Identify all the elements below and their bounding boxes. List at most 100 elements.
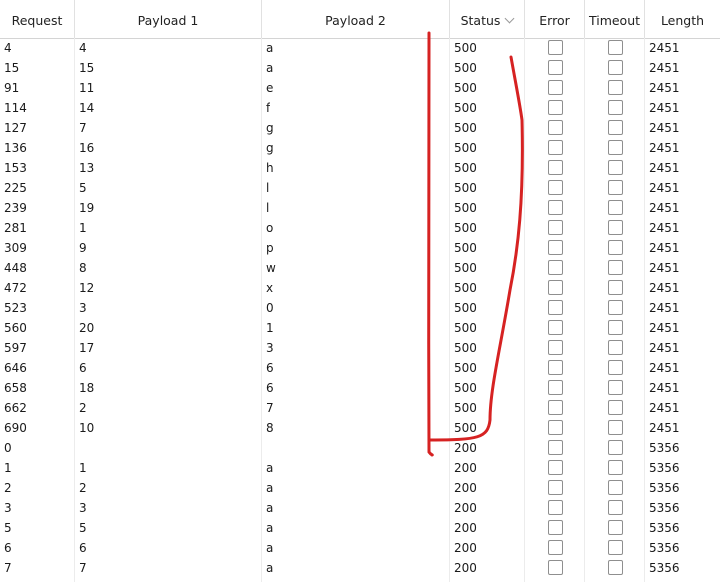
timeout-checkbox[interactable] <box>608 420 623 435</box>
timeout-checkbox[interactable] <box>608 140 623 155</box>
cell-payload2: 1 <box>266 321 274 335</box>
table-row[interactable]: 309 9 p 500 2451 <box>0 238 720 258</box>
timeout-checkbox[interactable] <box>608 260 623 275</box>
cell-status: 500 <box>454 201 477 215</box>
timeout-checkbox[interactable] <box>608 520 623 535</box>
timeout-checkbox[interactable] <box>608 360 623 375</box>
error-checkbox[interactable] <box>548 300 563 315</box>
timeout-checkbox[interactable] <box>608 460 623 475</box>
timeout-checkbox[interactable] <box>608 480 623 495</box>
cell-status: 500 <box>454 341 477 355</box>
table-row[interactable]: 7 7 a 200 5356 <box>0 558 720 578</box>
table-row[interactable]: 448 8 w 500 2451 <box>0 258 720 278</box>
timeout-checkbox[interactable] <box>608 560 623 575</box>
error-checkbox[interactable] <box>548 520 563 535</box>
error-checkbox[interactable] <box>548 240 563 255</box>
cell-status: 200 <box>454 521 477 535</box>
timeout-checkbox[interactable] <box>608 300 623 315</box>
table-row[interactable]: 5 5 a 200 5356 <box>0 518 720 538</box>
table-row[interactable]: 0 200 5356 <box>0 438 720 458</box>
timeout-checkbox[interactable] <box>608 240 623 255</box>
error-checkbox[interactable] <box>548 200 563 215</box>
error-checkbox[interactable] <box>548 440 563 455</box>
timeout-checkbox[interactable] <box>608 500 623 515</box>
table-row[interactable]: 3 3 a 200 5356 <box>0 498 720 518</box>
timeout-checkbox[interactable] <box>608 180 623 195</box>
column-header-error[interactable]: Error <box>525 0 585 38</box>
timeout-checkbox[interactable] <box>608 540 623 555</box>
error-checkbox[interactable] <box>548 260 563 275</box>
table-row[interactable]: 2 2 a 200 5356 <box>0 478 720 498</box>
timeout-checkbox[interactable] <box>608 220 623 235</box>
table-row[interactable]: 472 12 x 500 2451 <box>0 278 720 298</box>
table-row[interactable]: 690 10 8 500 2451 <box>0 418 720 438</box>
column-header-timeout[interactable]: Timeout <box>585 0 645 38</box>
timeout-checkbox[interactable] <box>608 340 623 355</box>
error-checkbox[interactable] <box>548 380 563 395</box>
error-checkbox[interactable] <box>548 540 563 555</box>
table-row[interactable]: 658 18 6 500 2451 <box>0 378 720 398</box>
column-header-status[interactable]: Status <box>450 0 525 38</box>
timeout-checkbox[interactable] <box>608 400 623 415</box>
column-header-request[interactable]: Request <box>0 0 75 38</box>
table-row[interactable]: 597 17 3 500 2451 <box>0 338 720 358</box>
table-row[interactable]: 1 1 a 200 5356 <box>0 458 720 478</box>
table-row[interactable]: 136 16 g 500 2451 <box>0 138 720 158</box>
table-row[interactable]: 15 15 a 500 2451 <box>0 58 720 78</box>
error-checkbox[interactable] <box>548 280 563 295</box>
column-header-payload-2[interactable]: Payload 2 <box>262 0 450 38</box>
error-checkbox[interactable] <box>548 320 563 335</box>
timeout-checkbox[interactable] <box>608 280 623 295</box>
error-checkbox[interactable] <box>548 180 563 195</box>
timeout-checkbox[interactable] <box>608 380 623 395</box>
error-checkbox[interactable] <box>548 360 563 375</box>
error-checkbox[interactable] <box>548 60 563 75</box>
error-checkbox[interactable] <box>548 40 563 55</box>
error-checkbox[interactable] <box>548 560 563 575</box>
column-header-length[interactable]: Length <box>645 0 720 38</box>
error-checkbox[interactable] <box>548 140 563 155</box>
timeout-checkbox[interactable] <box>608 40 623 55</box>
column-header-payload-1[interactable]: Payload 1 <box>75 0 262 38</box>
table-row[interactable]: 153 13 h 500 2451 <box>0 158 720 178</box>
cell-payload1: 4 <box>79 41 87 55</box>
cell-payload1: 5 <box>79 181 87 195</box>
cell-payload2: a <box>266 521 274 535</box>
timeout-checkbox[interactable] <box>608 60 623 75</box>
table-row[interactable]: 114 14 f 500 2451 <box>0 98 720 118</box>
cell-payload2: 3 <box>266 341 274 355</box>
error-checkbox[interactable] <box>548 80 563 95</box>
table-row[interactable]: 225 5 l 500 2451 <box>0 178 720 198</box>
error-checkbox[interactable] <box>548 120 563 135</box>
cell-length: 2451 <box>649 141 680 155</box>
cell-status: 500 <box>454 321 477 335</box>
error-checkbox[interactable] <box>548 420 563 435</box>
timeout-checkbox[interactable] <box>608 320 623 335</box>
table-row[interactable]: 91 11 e 500 2451 <box>0 78 720 98</box>
error-checkbox[interactable] <box>548 480 563 495</box>
table-row[interactable]: 127 7 g 500 2451 <box>0 118 720 138</box>
error-checkbox[interactable] <box>548 160 563 175</box>
table-row[interactable]: 239 19 l 500 2451 <box>0 198 720 218</box>
timeout-checkbox[interactable] <box>608 120 623 135</box>
error-checkbox[interactable] <box>548 340 563 355</box>
table-row[interactable]: 523 3 0 500 2451 <box>0 298 720 318</box>
error-checkbox[interactable] <box>548 460 563 475</box>
table-row[interactable]: 6 6 a 200 5356 <box>0 538 720 558</box>
error-checkbox[interactable] <box>548 100 563 115</box>
cell-payload2: h <box>266 161 274 175</box>
timeout-checkbox[interactable] <box>608 440 623 455</box>
timeout-checkbox[interactable] <box>608 100 623 115</box>
cell-payload2: f <box>266 101 271 115</box>
table-row[interactable]: 281 1 o 500 2451 <box>0 218 720 238</box>
error-checkbox[interactable] <box>548 500 563 515</box>
table-row[interactable]: 4 4 a 500 2451 <box>0 38 720 58</box>
table-row[interactable]: 662 2 7 500 2451 <box>0 398 720 418</box>
table-row[interactable]: 560 20 1 500 2451 <box>0 318 720 338</box>
timeout-checkbox[interactable] <box>608 160 623 175</box>
timeout-checkbox[interactable] <box>608 200 623 215</box>
error-checkbox[interactable] <box>548 400 563 415</box>
error-checkbox[interactable] <box>548 220 563 235</box>
table-row[interactable]: 646 6 6 500 2451 <box>0 358 720 378</box>
timeout-checkbox[interactable] <box>608 80 623 95</box>
